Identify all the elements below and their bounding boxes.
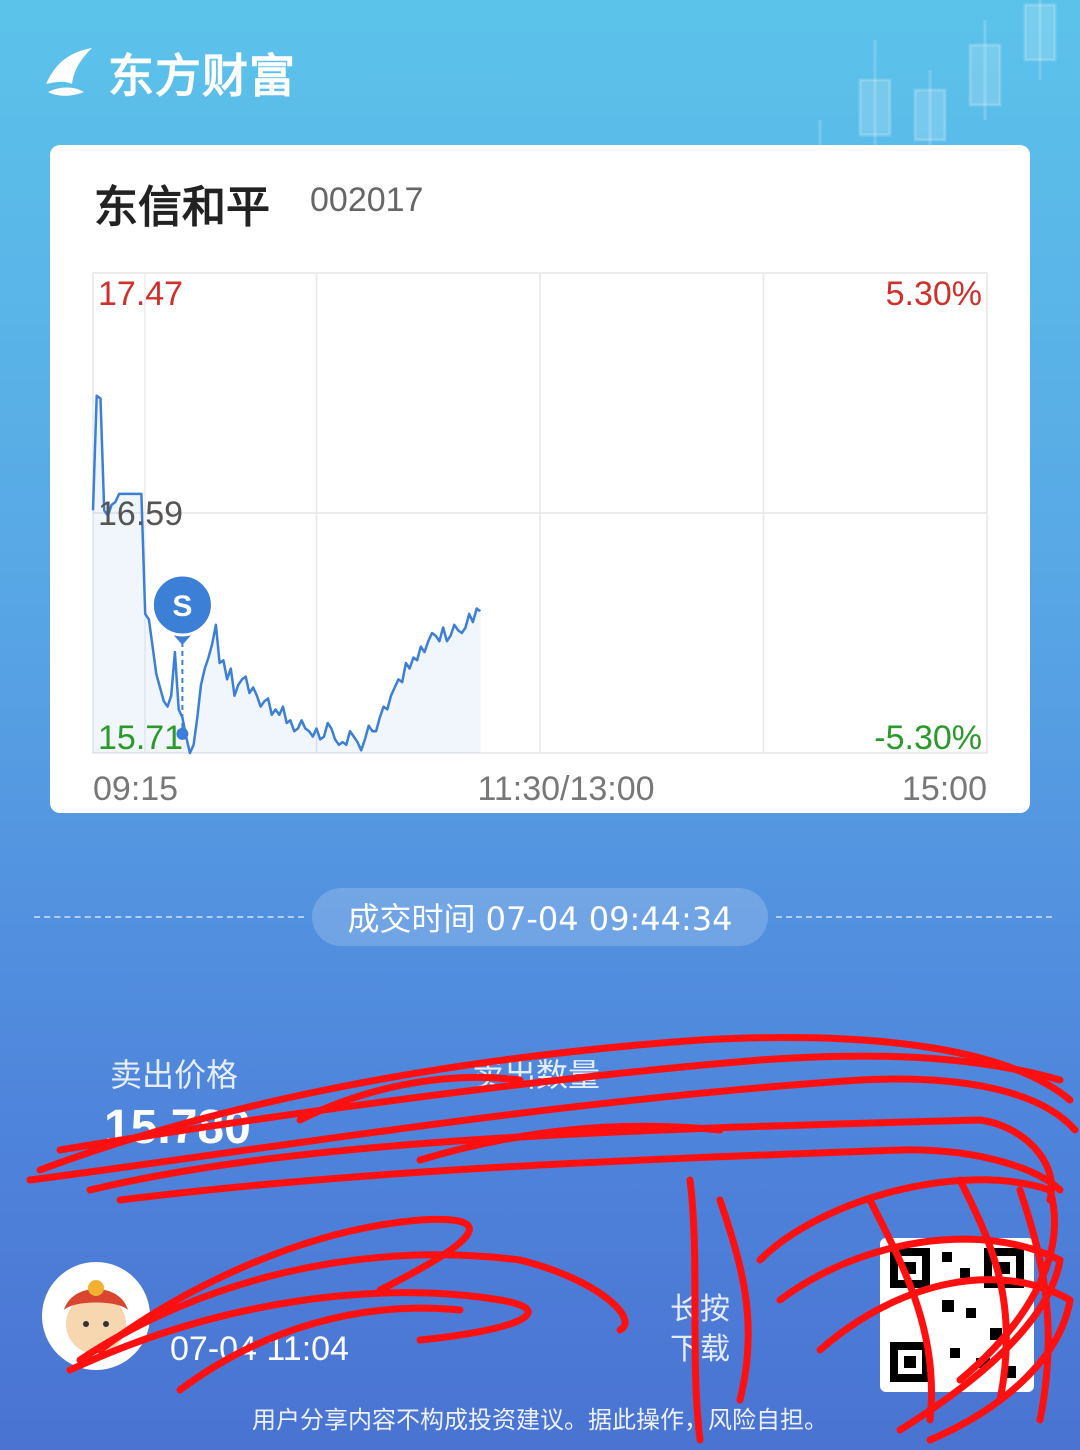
sell-marker-label: S	[172, 590, 192, 623]
sell-price-value: 15.780	[104, 1101, 251, 1154]
sell-qty-label: 卖出数量	[472, 1056, 601, 1094]
disclaimer: 用户分享内容不构成投资建议。据此操作，风险自担。	[252, 1406, 828, 1434]
brand-mark-icon	[46, 48, 92, 96]
price-area	[93, 395, 481, 753]
dashed-divider-left	[34, 916, 304, 918]
intraday-chart: S 17.47 16.59 15.71 5.30% -5.30% 09:15 1…	[91, 272, 988, 808]
dashed-divider-right	[776, 916, 1052, 918]
pct-label-bottom: -5.30%	[874, 719, 982, 757]
trade-time-row: 成交时间 07-04 09:44:34	[0, 888, 1080, 946]
trade-time-pill: 成交时间 07-04 09:44:34	[312, 888, 768, 946]
y-label-top: 17.47	[98, 275, 183, 313]
qr-code[interactable]	[880, 1238, 1034, 1392]
qr-code-icon	[890, 1248, 1024, 1382]
app-logo: 东方财富	[40, 38, 296, 108]
promo-text-line1: 长按	[670, 1292, 730, 1327]
x-label-end: 15:00	[902, 770, 987, 808]
pct-label-top: 5.30%	[886, 275, 982, 313]
brand-name: 东方财富	[108, 49, 296, 103]
share-time: 07-04 11:04	[170, 1330, 349, 1368]
promo-text-line2: 下载	[670, 1332, 730, 1367]
y-label-middle: 16.59	[98, 495, 183, 533]
stock-chart-card: 东信和平 002017 S 17.47 16.59 15.71 5.30% -5…	[50, 145, 1030, 813]
avatar-illustration-icon	[64, 1280, 128, 1354]
x-label-middle: 11:30/13:00	[477, 770, 654, 808]
y-label-bottom: 15.71	[98, 719, 183, 757]
sell-price-label: 卖出价格	[110, 1056, 239, 1094]
x-label-start: 09:15	[93, 770, 178, 808]
avatar[interactable]	[42, 1262, 150, 1370]
